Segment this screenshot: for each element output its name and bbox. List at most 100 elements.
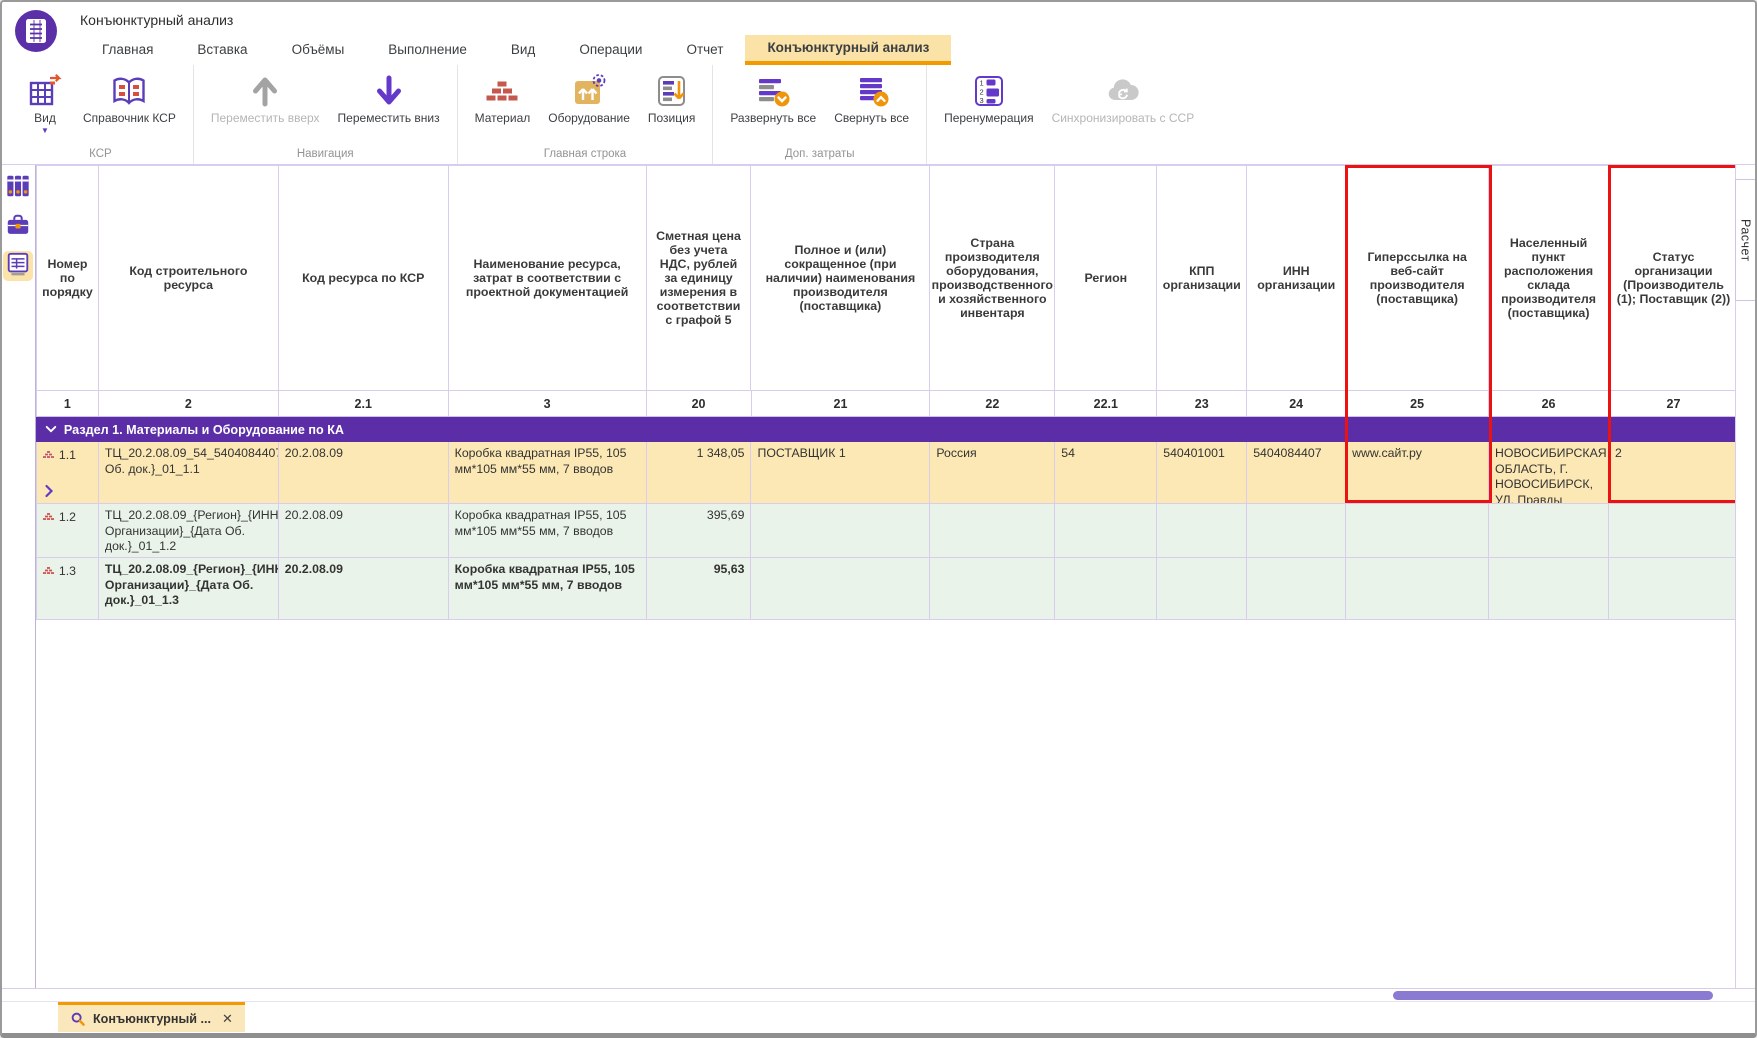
table-cell[interactable]: ТЦ_20.2.08.09_54_5404084407_{Дата Об. до… xyxy=(99,442,279,504)
table-cell[interactable]: ПОСТАВЩИК 1 xyxy=(751,442,930,504)
box-button[interactable]: Оборудование xyxy=(539,69,639,127)
table-cell[interactable]: 20.2.08.09 xyxy=(279,442,449,504)
table-row[interactable]: 1.1ТЦ_20.2.08.09_54_5404084407_{Дата Об.… xyxy=(36,442,1735,504)
table-cell[interactable] xyxy=(751,504,930,558)
section-label: Раздел 1. Материалы и Оборудование по КА xyxy=(64,423,344,437)
column-number: 1 xyxy=(37,391,99,416)
table-cell[interactable] xyxy=(1609,558,1735,620)
table-cell[interactable]: Коробка квадратная IP55, 105 мм*105 мм*5… xyxy=(449,442,647,504)
column-header[interactable]: Населенный пункт расположения склада про… xyxy=(1489,166,1609,390)
table-cell[interactable] xyxy=(751,558,930,620)
column-number: 20 xyxy=(647,391,752,416)
column-number: 2.1 xyxy=(279,391,449,416)
table-cell[interactable]: 2 xyxy=(1609,442,1735,504)
table-cell[interactable] xyxy=(1247,504,1346,558)
table-cell[interactable]: 1 348,05 xyxy=(647,442,752,504)
bricks-button[interactable]: Материал xyxy=(466,69,540,127)
bottom-tab-konyunkturny-analiz[interactable]: Конъюнктурный ... ✕ xyxy=(58,1002,245,1032)
collapse-all-button[interactable]: Свернуть все xyxy=(825,69,918,127)
ribbon-button-label: Позиция xyxy=(648,112,695,125)
column-header[interactable]: Полное и (или) сокращенное (при наличии)… xyxy=(751,166,930,390)
ribbon-group-buttons: МатериалОборудование Позиция xyxy=(466,69,705,146)
column-header[interactable]: Регион xyxy=(1055,166,1157,390)
sheet-icon xyxy=(5,251,31,282)
table-cell[interactable]: 540401001 xyxy=(1157,442,1247,504)
ribbon-tab[interactable]: Объёмы xyxy=(270,35,367,65)
position-button[interactable]: Позиция xyxy=(639,69,704,127)
table-cell[interactable]: 20.2.08.09 xyxy=(279,558,449,620)
ribbon-tab[interactable]: Конъюнктурный анализ xyxy=(745,35,951,65)
table-cell[interactable]: Коробка квадратная IP55, 105 мм*105 мм*5… xyxy=(449,558,647,620)
table-cell[interactable]: 395,69 xyxy=(647,504,752,558)
magnifier-icon xyxy=(70,1011,86,1027)
table-cell[interactable]: 20.2.08.09 xyxy=(279,504,449,558)
table-cell[interactable]: Россия xyxy=(930,442,1055,504)
tab-raschet[interactable]: Расчет xyxy=(1735,179,1755,301)
ribbon-tab[interactable]: Отчет xyxy=(664,35,745,65)
column-header[interactable]: Гиперссылка на веб-сайт производителя (п… xyxy=(1346,166,1489,390)
table-cell[interactable] xyxy=(1157,558,1247,620)
table-cell[interactable] xyxy=(1157,504,1247,558)
table-cell[interactable]: Коробка квадратная IP55, 105 мм*105 мм*5… xyxy=(449,504,647,558)
renumber-button[interactable]: 123Перенумерация xyxy=(935,69,1042,127)
table-cell[interactable]: 5404084407 xyxy=(1247,442,1346,504)
table-cell[interactable] xyxy=(1055,558,1157,620)
table-row[interactable]: 1.3ТЦ_20.2.08.09_{Регион}_{ИНН Организац… xyxy=(36,558,1735,620)
table-cell[interactable]: ТЦ_20.2.08.09_{Регион}_{ИНН Организации}… xyxy=(99,558,279,620)
row-number-cell[interactable]: 1.3 xyxy=(37,558,99,620)
horizontal-scrollbar-track[interactable] xyxy=(2,989,1755,1002)
column-header[interactable]: КПП организации xyxy=(1157,166,1247,390)
table-cell[interactable] xyxy=(1609,504,1735,558)
section-row[interactable]: Раздел 1. Материалы и Оборудование по КА xyxy=(36,417,1735,442)
table-cell[interactable]: ТЦ_20.2.08.09_{Регион}_{ИНН Организации}… xyxy=(99,504,279,558)
row-number-cell[interactable]: 1.1 xyxy=(37,442,99,504)
view-table-button[interactable]: Вид▼ xyxy=(16,69,74,137)
horizontal-scrollbar-thumb[interactable] xyxy=(1393,991,1713,1000)
table-cell[interactable] xyxy=(930,558,1055,620)
arrow-down-button[interactable]: Переместить вниз xyxy=(329,69,449,127)
table-cell[interactable] xyxy=(1489,504,1609,558)
table-cell[interactable]: www.сайт.ру xyxy=(1346,442,1489,504)
svg-text:3: 3 xyxy=(979,96,983,105)
sidebar-item-sheet[interactable] xyxy=(3,251,33,281)
table-row[interactable]: 1.2 ТЦ_20.2.08.09_{Регион}_{ИНН Организац… xyxy=(36,504,1735,558)
ribbon-tab[interactable]: Выполнение xyxy=(366,35,489,65)
table-cell[interactable] xyxy=(1346,504,1489,558)
sync-button: Синхронизировать с ССР xyxy=(1043,69,1204,127)
table-cell[interactable] xyxy=(1489,558,1609,620)
table-cell[interactable] xyxy=(1247,558,1346,620)
material-icon xyxy=(42,448,55,466)
column-header[interactable]: Страна производителя оборудования, произ… xyxy=(930,166,1055,390)
row-number-cell[interactable]: 1.2 xyxy=(37,504,99,558)
bricks-icon xyxy=(484,73,520,109)
column-header[interactable]: Статус организации (Производитель (1); П… xyxy=(1609,166,1735,390)
table-cell[interactable] xyxy=(930,504,1055,558)
close-tab-icon[interactable]: ✕ xyxy=(218,1011,233,1027)
ribbon-tab[interactable]: Вид xyxy=(489,35,557,65)
column-header[interactable]: Сметная цена без учета НДС, рублей за ед… xyxy=(647,166,752,390)
column-header[interactable]: ИНН организации xyxy=(1247,166,1346,390)
ribbon-group-name: Главная строка xyxy=(466,146,705,164)
row-number: 1.2 xyxy=(59,510,76,526)
column-header[interactable]: Код ресурса по КСР xyxy=(279,166,449,390)
ribbon-group-name xyxy=(935,158,1203,164)
ribbon-button-label: Развернуть все xyxy=(730,112,816,125)
table-cell[interactable]: НОВОСИБИРСКАЯ ОБЛАСТЬ, Г. НОВОСИБИРСК, У… xyxy=(1489,442,1609,504)
expand-all-button[interactable]: Развернуть все xyxy=(721,69,825,127)
row-expand-icon[interactable] xyxy=(44,484,54,498)
ribbon-tab[interactable]: Операции xyxy=(557,35,664,65)
column-header[interactable]: Код строительного ресурса xyxy=(99,166,279,390)
ribbon-tab[interactable]: Главная xyxy=(80,35,175,65)
table-cell[interactable]: 95,63 xyxy=(647,558,752,620)
sidebar-item-briefcase[interactable] xyxy=(3,212,33,242)
table-cell[interactable]: 54 xyxy=(1055,442,1157,504)
chevron-down-icon xyxy=(45,423,57,437)
table-cell[interactable] xyxy=(1346,558,1489,620)
sidebar-item-binders[interactable] xyxy=(3,173,33,203)
ribbon-tab[interactable]: Вставка xyxy=(175,35,269,65)
column-header[interactable]: Наименование ресурса, затрат в соответст… xyxy=(449,166,647,390)
left-icon-sidebar xyxy=(2,165,36,988)
book-button[interactable]: Справочник КСР xyxy=(74,69,185,127)
column-header[interactable]: Номер по порядку xyxy=(37,166,99,390)
table-cell[interactable] xyxy=(1055,504,1157,558)
